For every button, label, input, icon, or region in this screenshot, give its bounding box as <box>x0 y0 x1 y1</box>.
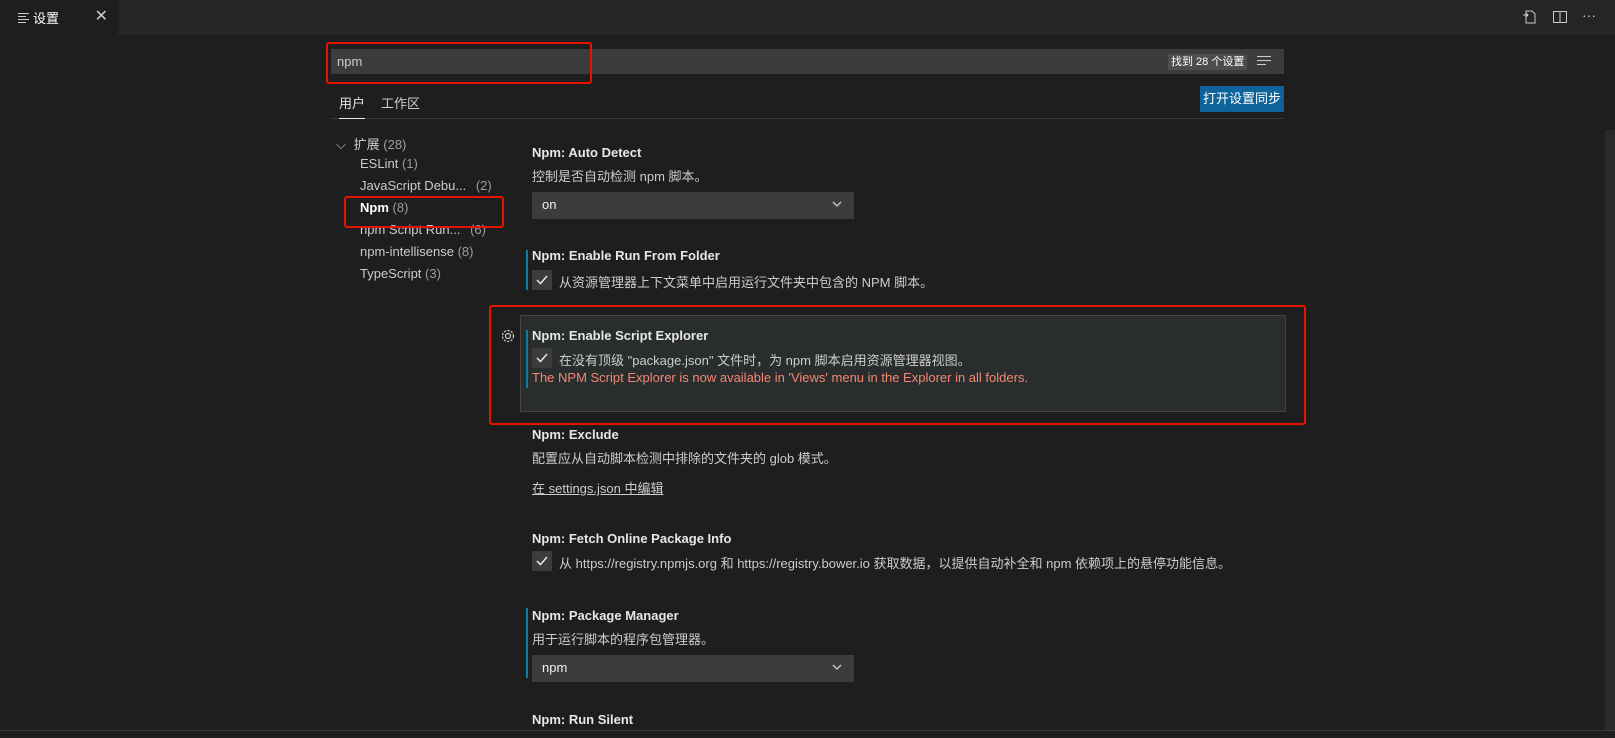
setting-title: Npm: Enable Script Explorer <box>532 328 709 343</box>
setting-description: 用于运行脚本的程序包管理器。 <box>532 632 715 647</box>
toc-item-typescript[interactable]: TypeScript (3) <box>360 266 441 281</box>
fetch-online-label: 从 https://registry.npmjs.org 和 https://r… <box>559 556 1232 571</box>
chevron-down-icon: ⌵ <box>336 137 346 152</box>
toc-item-javascript-debugger[interactable]: JavaScript Debu... (2) <box>360 178 492 193</box>
setting-title: Npm: Package Manager <box>532 608 679 623</box>
settings-search-box[interactable] <box>331 49 1284 74</box>
toc-item-eslint[interactable]: ESLint (1) <box>360 156 418 171</box>
tab-user[interactable]: 用户 <box>339 93 366 119</box>
scrollbar[interactable] <box>1605 130 1615 730</box>
toc-item-npm-script-runner[interactable]: npm Script Run... (6) <box>360 222 486 237</box>
script-explorer-checkbox[interactable] <box>532 348 552 368</box>
scope-tabs: 用户 工作区 <box>331 88 1284 119</box>
setting-title: Npm: Fetch Online Package Info <box>532 531 732 546</box>
settings-tab[interactable]: 设置 ✕ <box>0 0 118 35</box>
run-from-folder-checkbox[interactable] <box>532 270 552 290</box>
check-icon <box>536 556 548 566</box>
script-explorer-label: 在没有顶级 "package.json" 文件时，为 npm 脚本启用资源管理器… <box>559 353 971 368</box>
settings-tab-label: 设置 <box>33 11 60 26</box>
gear-icon[interactable] <box>500 328 516 344</box>
setting-description: 配置应从自动脚本检测中排除的文件夹的 glob 模式。 <box>532 451 837 466</box>
modified-indicator <box>526 608 528 678</box>
chevron-down-icon <box>832 664 842 670</box>
chevron-down-icon <box>832 201 842 207</box>
open-settings-sync-button[interactable]: 打开设置同步 <box>1200 86 1284 112</box>
search-input[interactable] <box>337 49 937 74</box>
modified-indicator <box>526 330 528 388</box>
edit-in-settings-json-link[interactable]: 在 settings.json 中编辑 <box>532 478 664 497</box>
auto-detect-dropdown[interactable]: on <box>532 192 854 219</box>
modified-indicator <box>526 250 528 290</box>
check-icon <box>536 275 548 285</box>
more-actions-icon[interactable]: ··· <box>1582 7 1600 23</box>
package-manager-dropdown[interactable]: npm <box>532 655 854 682</box>
filter-icon[interactable] <box>1257 56 1271 67</box>
split-editor-icon[interactable] <box>1552 9 1568 25</box>
tab-workspace[interactable]: 工作区 <box>381 93 420 112</box>
run-from-folder-label: 从资源管理器上下文菜单中启用运行文件夹中包含的 NPM 脚本。 <box>559 275 934 290</box>
setting-title: Npm: Auto Detect <box>532 145 642 160</box>
settings-list-icon <box>18 12 29 23</box>
panel-divider <box>0 730 1615 731</box>
toc-item-npm-intellisense[interactable]: npm-intellisense (8) <box>360 244 473 259</box>
fetch-online-checkbox[interactable] <box>532 551 552 571</box>
close-icon[interactable]: ✕ <box>95 9 108 25</box>
setting-title: Npm: Exclude <box>532 427 619 442</box>
toc-item-npm[interactable]: Npm (8) <box>360 200 408 215</box>
setting-title: Npm: Enable Run From Folder <box>532 248 720 263</box>
deprecation-message: The NPM Script Explorer is now available… <box>532 370 1029 385</box>
editor-tab-bar: 设置 ✕ ··· <box>0 0 1615 35</box>
open-settings-json-icon[interactable] <box>1522 9 1538 25</box>
check-icon <box>536 353 548 363</box>
setting-title: Npm: Run Silent <box>532 712 634 727</box>
toc-extensions[interactable]: ⌵ 扩展 (28) <box>336 134 406 153</box>
search-result-count: 找到 28 个设置 <box>1168 54 1248 70</box>
setting-description: 控制是否自动检测 npm 脚本。 <box>532 169 708 184</box>
